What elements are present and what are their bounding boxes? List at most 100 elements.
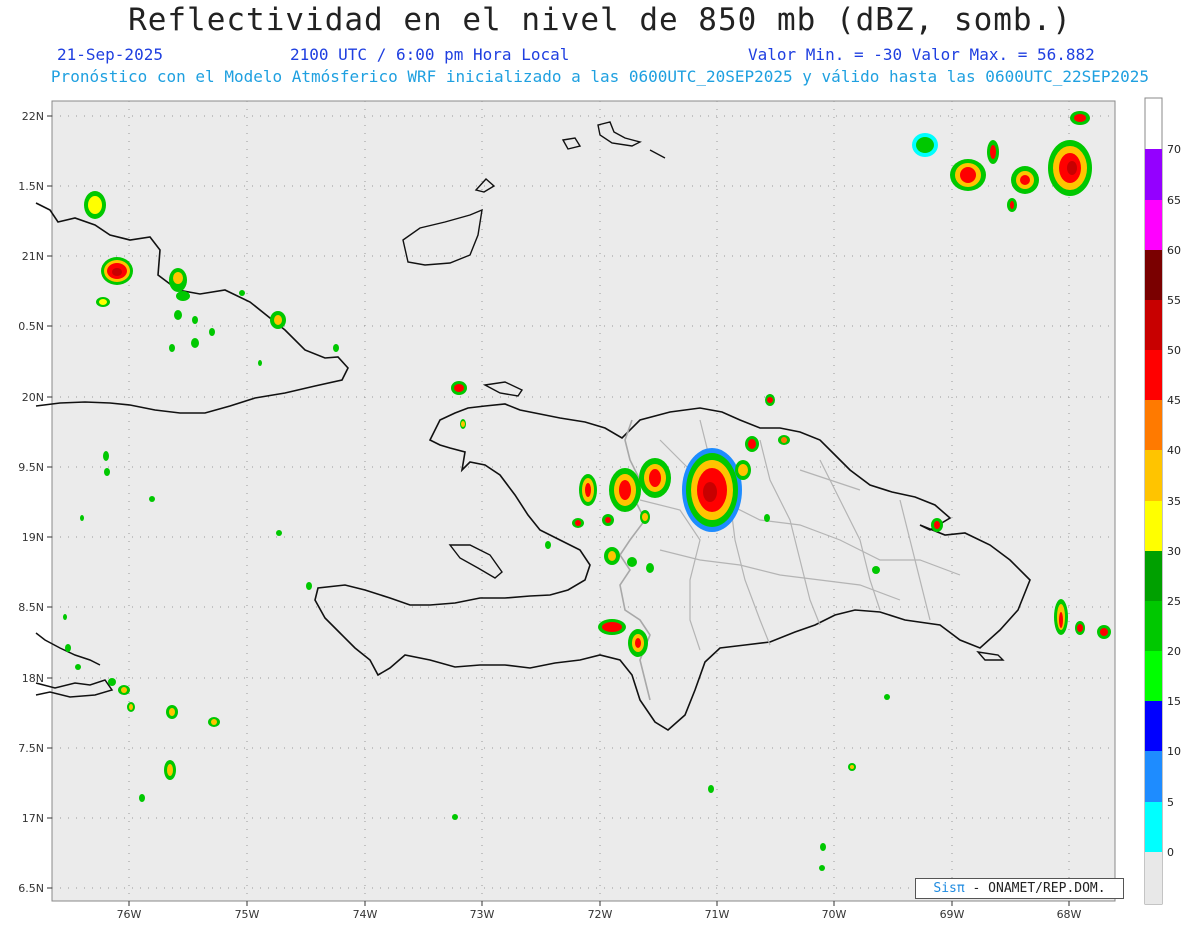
storm-cell [628,629,648,657]
storm-cell [646,563,654,573]
colorbar-label: 10 [1167,745,1181,758]
storm-cell [1054,599,1068,635]
lat-label: 21N [22,250,44,263]
lon-label: 68W [1057,908,1082,921]
storm-cell [96,297,110,307]
storm-cell [164,760,176,780]
lat-label: 7.5N [18,742,44,755]
storm-cell [820,843,826,851]
storm-cell [1048,140,1092,196]
storm-cell [682,448,742,532]
storm-cell [1011,166,1039,194]
storm-cell [745,436,759,452]
lat-label: 19N [22,531,44,544]
colorbar-label: 30 [1167,545,1181,558]
storm-cell [872,566,880,574]
colorbar-swatch [1145,300,1162,350]
storm-cell [545,541,551,549]
storm-cell [639,458,671,498]
colorbar-label: 20 [1167,645,1181,658]
colorbar-swatch [1145,802,1162,852]
colorbar-label: 65 [1167,194,1181,207]
storm-cell [118,685,130,695]
storm-cell [258,360,262,366]
storm-cell [579,474,597,506]
storm-cell [987,140,999,164]
storm-cell [609,468,641,512]
colorbar-label: 5 [1167,796,1174,809]
lon-label: 71W [705,908,730,921]
storm-cell [604,547,620,565]
storm-cell [460,419,466,429]
colorbar-labels: 70 65 60 55 50 45 40 35 30 25 20 15 10 5… [1167,143,1181,859]
lon-label: 76W [117,908,142,921]
lon-label: 70W [822,908,847,921]
colorbar-label: 45 [1167,394,1181,407]
colorbar-swatch [1145,551,1162,601]
storm-cell [1007,198,1017,212]
storm-cell [65,644,71,652]
lat-axis: 22N 1.5N 21N 0.5N 20N 9.5N 19N 8.5N 18N … [18,110,44,895]
colorbar-label: 15 [1167,695,1181,708]
lon-axis: 76W 75W 74W 73W 72W 71W 70W 69W 68W [117,908,1082,921]
storm-cell [912,133,938,157]
storm-cell [602,514,614,526]
storm-cell [63,614,67,620]
storm-cell [127,702,135,712]
lat-label: 8.5N [18,601,44,614]
storm-cell [191,338,199,348]
storm-cell [276,530,282,536]
storm-cell [950,159,986,191]
storm-cell [708,785,714,793]
lat-label: 17N [22,812,44,825]
storm-cell [139,794,145,802]
colorbar-swatch [1145,350,1162,400]
lat-label: 0.5N [18,320,44,333]
storm-cell [174,310,182,320]
credit-text: - ONAMET/REP.DOM. [964,881,1106,896]
colorbar-label: 35 [1167,495,1181,508]
colorbar-swatch [1145,200,1162,250]
storm-cell [209,328,215,336]
colorbar-swatch [1145,149,1162,200]
colorbar-label: 25 [1167,595,1181,608]
storm-cell [270,311,286,329]
storm-cell [572,518,584,528]
colorbar-swatch [1145,601,1162,651]
storm-cell [333,344,339,352]
storm-cell [1097,625,1111,639]
colorbar-label: 50 [1167,344,1181,357]
credit-box: Sisπ - ONAMET/REP.DOM. [915,878,1124,899]
storm-cell [764,514,770,522]
storm-cell [166,705,178,719]
lat-label: 22N [22,110,44,123]
colorbar-swatch [1145,250,1162,300]
lon-label: 74W [353,908,378,921]
lon-label: 75W [235,908,260,921]
storm-cell [735,460,751,480]
lat-label: 18N [22,672,44,685]
lon-label: 72W [588,908,613,921]
storm-cell [765,394,775,406]
storm-cell [239,290,245,296]
storm-cell [452,814,458,820]
lat-label: 20N [22,391,44,404]
storm-cell [208,717,220,727]
colorbar-label: 40 [1167,444,1181,457]
colorbar-swatch [1145,751,1162,802]
lon-label: 73W [470,908,495,921]
lon-label: 69W [940,908,965,921]
colorbar-label: 60 [1167,244,1181,257]
storm-cell [778,435,790,445]
storm-cell [931,518,943,532]
lat-label: 6.5N [18,882,44,895]
storm-cell [84,191,106,219]
colorbar-swatch [1145,400,1162,450]
storm-cell [819,865,825,871]
storm-cell [598,619,626,635]
storm-cell [884,694,890,700]
storm-cell [75,664,81,670]
colorbar [1144,97,1163,905]
colorbar-label: 55 [1167,294,1181,307]
storm-cell [640,510,650,524]
